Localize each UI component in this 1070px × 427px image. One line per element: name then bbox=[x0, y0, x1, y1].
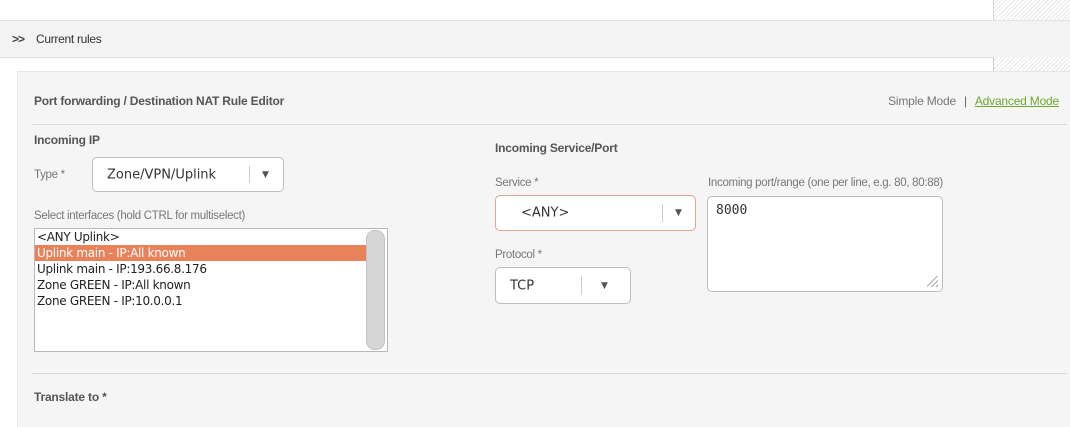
service-select-value: <ANY> bbox=[521, 205, 570, 221]
incoming-service-heading: Incoming Service/Port bbox=[495, 141, 618, 155]
service-label: Service * bbox=[495, 177, 539, 189]
interfaces-label: Select interfaces (hold CTRL for multise… bbox=[34, 210, 246, 222]
interfaces-listbox[interactable]: <ANY Uplink> Uplink main - IP:All known … bbox=[34, 228, 388, 352]
service-select[interactable]: <ANY> ▼ bbox=[495, 195, 696, 231]
advanced-mode-link[interactable]: Advanced Mode bbox=[975, 94, 1059, 108]
double-chevron-icon: >> bbox=[12, 32, 25, 46]
protocol-select-value: TCP bbox=[510, 278, 535, 293]
hatched-corner-top bbox=[993, 0, 1070, 20]
type-label: Type * bbox=[34, 169, 65, 181]
mode-switch: Simple Mode | Advanced Mode bbox=[888, 94, 1059, 108]
service-select-divider bbox=[662, 204, 663, 222]
divider-bottom bbox=[32, 373, 1067, 374]
incoming-ip-heading: Incoming IP bbox=[34, 133, 100, 147]
caret-down-icon: ▼ bbox=[675, 208, 682, 218]
current-rules-title: Current rules bbox=[36, 32, 102, 46]
list-item[interactable]: Uplink main - IP:193.66.8.176 bbox=[35, 261, 387, 277]
protocol-select[interactable]: TCP ▼ bbox=[495, 267, 631, 304]
list-item[interactable]: <ANY Uplink> bbox=[35, 229, 387, 245]
caret-down-icon: ▼ bbox=[601, 280, 608, 291]
current-rules-bar[interactable]: >> Current rules bbox=[0, 20, 1070, 58]
type-select[interactable]: Zone/VPN/Uplink ▼ bbox=[92, 157, 284, 192]
rule-editor-panel: Port forwarding / Destination NAT Rule E… bbox=[17, 71, 1070, 427]
list-item[interactable]: Zone GREEN - IP:10.0.0.1 bbox=[35, 293, 387, 309]
listbox-scrollbar[interactable] bbox=[366, 230, 385, 350]
port-range-value: 8000 bbox=[716, 203, 748, 218]
port-range-textarea[interactable]: 8000 bbox=[707, 196, 943, 292]
type-select-divider bbox=[249, 166, 250, 183]
caret-down-icon: ▼ bbox=[262, 169, 269, 180]
simple-mode-link[interactable]: Simple Mode bbox=[888, 94, 956, 108]
list-item[interactable]: Zone GREEN - IP:All known bbox=[35, 277, 387, 293]
editor-title: Port forwarding / Destination NAT Rule E… bbox=[34, 94, 285, 108]
port-range-label: Incoming port/range (one per line, e.g. … bbox=[708, 177, 943, 189]
resize-grip-icon[interactable] bbox=[927, 276, 938, 287]
list-item[interactable]: Uplink main - IP:All known bbox=[35, 245, 367, 261]
hatched-corner-bottom bbox=[993, 57, 1070, 71]
type-select-value: Zone/VPN/Uplink bbox=[107, 167, 217, 182]
translate-to-heading: Translate to * bbox=[34, 390, 107, 404]
protocol-label: Protocol * bbox=[495, 249, 542, 261]
divider-top bbox=[32, 124, 1067, 125]
protocol-select-divider bbox=[581, 276, 582, 295]
mode-separator: | bbox=[963, 94, 967, 108]
